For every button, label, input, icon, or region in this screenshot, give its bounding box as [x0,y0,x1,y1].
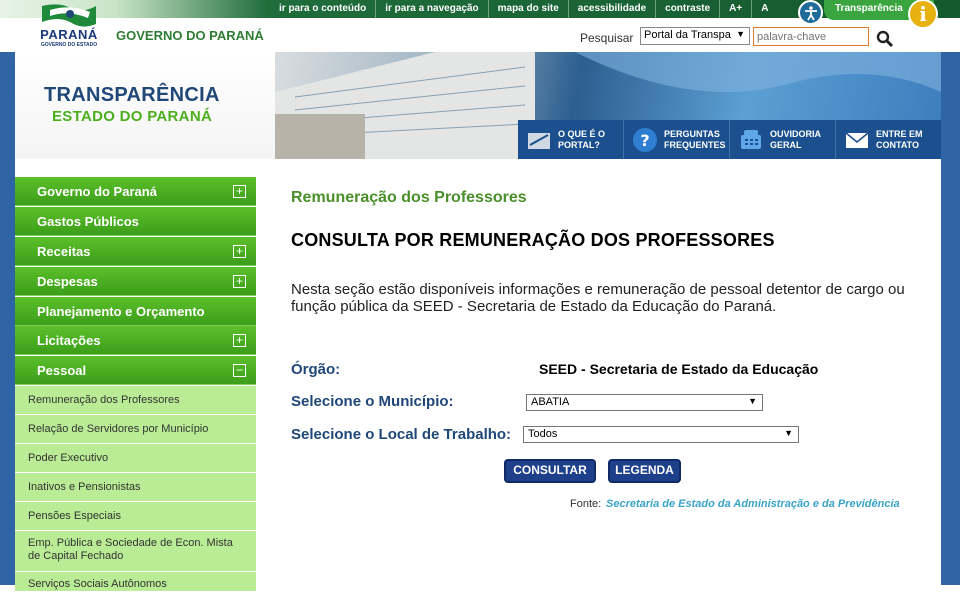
section-title: Remuneração dos Professores [291,189,527,206]
sidebar-subitem-label: Pensões Especiais [28,510,121,522]
orgao-value: SEED - Secretaria de Estado da Educação [539,361,819,377]
transparencia-tab-label: Transparência [835,3,903,14]
what-is-portal-link[interactable]: O QUE É O PORTAL? [518,120,624,159]
ombudsman-link[interactable]: OUVIDORIA GERAL [730,120,836,159]
phone-icon [741,129,761,149]
search-input[interactable] [753,27,869,46]
logo-subtitle: GOVERNO DO ESTADO [40,42,98,48]
expand-icon[interactable]: + [233,245,246,258]
site-map-link[interactable]: mapa do site [489,0,569,18]
ombudsman-label: OUVIDORIA GERAL [770,128,821,150]
chevron-down-icon: ▼ [736,29,745,39]
local-trabalho-label: Selecione o Local de Trabalho: [291,426,512,443]
municipio-select[interactable]: ABATIA ▼ [526,394,763,411]
orgao-label: Órgão: [291,361,341,378]
search-scope-select[interactable]: Portal da Transpa ▼ [640,27,750,45]
skip-to-navigation-link[interactable]: ir para a navegação [376,0,489,18]
sidebar-item-gastos[interactable]: Gastos Públicos [15,207,256,236]
municipio-selected-value: ABATIA [531,396,570,408]
municipio-label: Selecione o Município: [291,393,454,410]
sidebar-subitem-inativos[interactable]: Inativos e Pensionistas [15,473,256,502]
government-name: GOVERNO DO PARANÁ [116,28,264,43]
sidebar-subitem-label: Emp. Pública e Sociedade de Econ. Mista … [28,537,233,562]
search-icon[interactable] [876,30,894,48]
logo-title: PARANÁ [40,27,98,42]
parana-logo[interactable]: PARANÁ GOVERNO DO ESTADO [36,2,100,50]
accessibility-link[interactable]: acessibilidade [569,0,657,18]
top-navigation: ir para o conteúdo ir para a navegação m… [270,0,777,18]
sidebar-subitem-empresa-publica[interactable]: Emp. Pública e Sociedade de Econ. Mista … [15,531,256,572]
info-icon[interactable]: i [908,0,938,29]
page-heading: CONSULTA POR REMUNERAÇÃO DOS PROFESSORES [291,230,775,250]
sidebar-item-pessoal[interactable]: Pessoal − [15,356,256,385]
portal-icon [528,132,550,149]
what-is-portal-label: O QUE É O PORTAL? [558,128,606,150]
chevron-down-icon: ▼ [748,396,757,406]
faq-label: PERGUNTAS FREQUENTES [664,128,726,150]
skip-to-content-link[interactable]: ir para o conteúdo [270,0,377,18]
sidebar-subitem-label: Inativos e Pensionistas [28,481,141,493]
local-trabalho-selected-value: Todos [528,428,558,440]
sidebar-subitem-label: Poder Executivo [28,452,109,464]
sidebar-subitem-remuneracao-professores[interactable]: Remuneração dos Professores [15,386,256,415]
faq-link[interactable]: ? PERGUNTAS FREQUENTES [624,120,730,159]
sidebar-item-licitacoes[interactable]: Licitações + [15,326,256,355]
contrast-link[interactable]: contraste [656,0,721,18]
local-trabalho-select[interactable]: Todos ▼ [523,426,799,443]
question-icon: ? [633,127,657,152]
sidebar-item-label: Pessoal [37,363,87,378]
mail-icon [845,131,869,148]
sidebar-subitem-servicos-sociais[interactable]: Serviços Sociais Autônomos [15,572,256,592]
font-normal-link[interactable]: A [752,0,777,18]
legenda-button[interactable]: LEGENDA [608,459,681,483]
expand-icon[interactable]: + [233,275,246,288]
source-label: Fonte: [570,498,602,510]
contact-link[interactable]: ENTRE EM CONTATO [836,120,941,159]
banner-title: TRANSPARÊNCIA [44,84,220,106]
sidebar-item-label: Licitações [37,333,101,348]
search-scope-value: Portal da Transpa [644,29,731,41]
banner-subtitle: ESTADO DO PARANÁ [52,108,213,125]
search-label: Pesquisar [580,31,634,45]
sidebar-subitem-label: Serviços Sociais Autônomos [28,578,167,590]
sidebar-subitem-pensoes[interactable]: Pensões Especiais [15,502,256,531]
sidebar-item-label: Gastos Públicos [37,214,139,229]
chevron-down-icon: ▼ [784,428,793,438]
sidebar-item-governo[interactable]: Governo do Paraná + [15,177,256,206]
consultar-button[interactable]: CONSULTAR [504,459,596,483]
sidebar-item-label: Receitas [37,244,91,259]
font-increase-link[interactable]: A+ [720,0,753,18]
parana-flag-icon [42,4,96,27]
sidebar-subitem-label: Relação de Servidores por Município [28,423,209,435]
sidebar-item-label: Planejamento e Orçamento [37,304,205,319]
sidebar-item-label: Despesas [37,274,98,289]
accessibility-person-icon[interactable] [798,0,823,25]
right-frame [941,52,960,585]
top-header: ir para o conteúdo ir para a navegação m… [0,0,960,52]
sidebar-subitem-label: Remuneração dos Professores [28,394,180,406]
sidebar-subitem-servidores-municipio[interactable]: Relação de Servidores por Município [15,415,256,444]
collapse-icon[interactable]: − [233,364,246,377]
sidebar-item-planejamento[interactable]: Planejamento e Orçamento [15,297,256,326]
svg-text:?: ? [640,131,649,150]
expand-icon[interactable]: + [233,334,246,347]
left-frame [0,52,15,585]
expand-icon[interactable]: + [233,185,246,198]
sidebar-subitem-poder-executivo[interactable]: Poder Executivo [15,444,256,473]
source-link[interactable]: Secretaria de Estado da Administração e … [606,498,900,510]
sidebar-item-label: Governo do Paraná [37,184,157,199]
sidebar-item-receitas[interactable]: Receitas + [15,237,256,266]
sidebar-item-despesas[interactable]: Despesas + [15,267,256,296]
banner-quick-links: O QUE É O PORTAL? ? PERGUNTAS FREQUENTES… [518,120,941,159]
intro-paragraph: Nesta seção estão disponíveis informaçõe… [291,281,905,315]
contact-label: ENTRE EM CONTATO [876,128,923,150]
